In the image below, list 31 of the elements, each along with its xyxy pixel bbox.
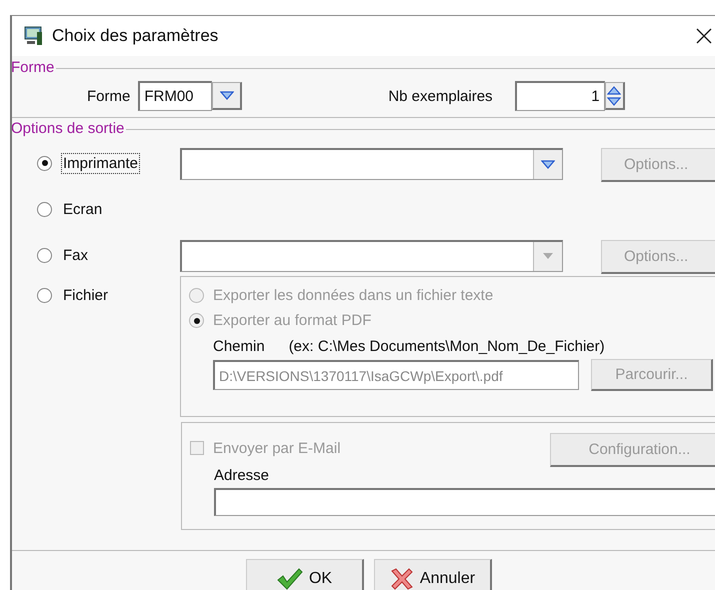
checkmark-icon <box>276 568 303 590</box>
app-icon <box>24 26 44 46</box>
dropdown-icon <box>541 252 555 261</box>
dropdown-icon <box>541 160 555 169</box>
copies-field[interactable]: 1 <box>514 81 605 111</box>
spin-button[interactable] <box>604 82 625 110</box>
path-hint: (ex: C:\Mes Documents\Mon_Nom_De_Fichier) <box>288 338 605 355</box>
combo-box[interactable] <box>180 240 563 272</box>
radio-label[interactable]: Fichier <box>61 284 110 306</box>
ok-button[interactable]: OK <box>246 559 364 590</box>
path-label: Chemin <box>213 338 265 355</box>
cross-icon <box>390 568 414 590</box>
copies-label: Nb exemplaires <box>388 88 493 104</box>
window-title: Choix des paramètres <box>52 26 220 46</box>
radio-button[interactable] <box>37 202 52 216</box>
dropdown-icon <box>220 91 234 100</box>
radio-label[interactable]: Ecran <box>61 198 104 220</box>
address-label: Adresse <box>213 467 270 484</box>
combo-box[interactable] <box>180 148 563 180</box>
forme-field[interactable]: FRM00 <box>138 81 212 111</box>
radio-label[interactable]: Imprimante <box>61 152 140 174</box>
cancel-button[interactable]: Annuler <box>374 559 492 590</box>
spin-arrows-icon <box>607 84 622 108</box>
radio-button[interactable] <box>37 248 52 262</box>
group-legend: Options de sortie <box>12 120 126 137</box>
radio-label[interactable]: Fax <box>61 244 90 266</box>
forme-label: Forme <box>87 88 130 104</box>
close-icon[interactable] <box>696 28 712 44</box>
radio-button[interactable] <box>37 288 52 302</box>
radio-button[interactable] <box>37 156 52 170</box>
dropdown-button[interactable] <box>212 82 242 110</box>
